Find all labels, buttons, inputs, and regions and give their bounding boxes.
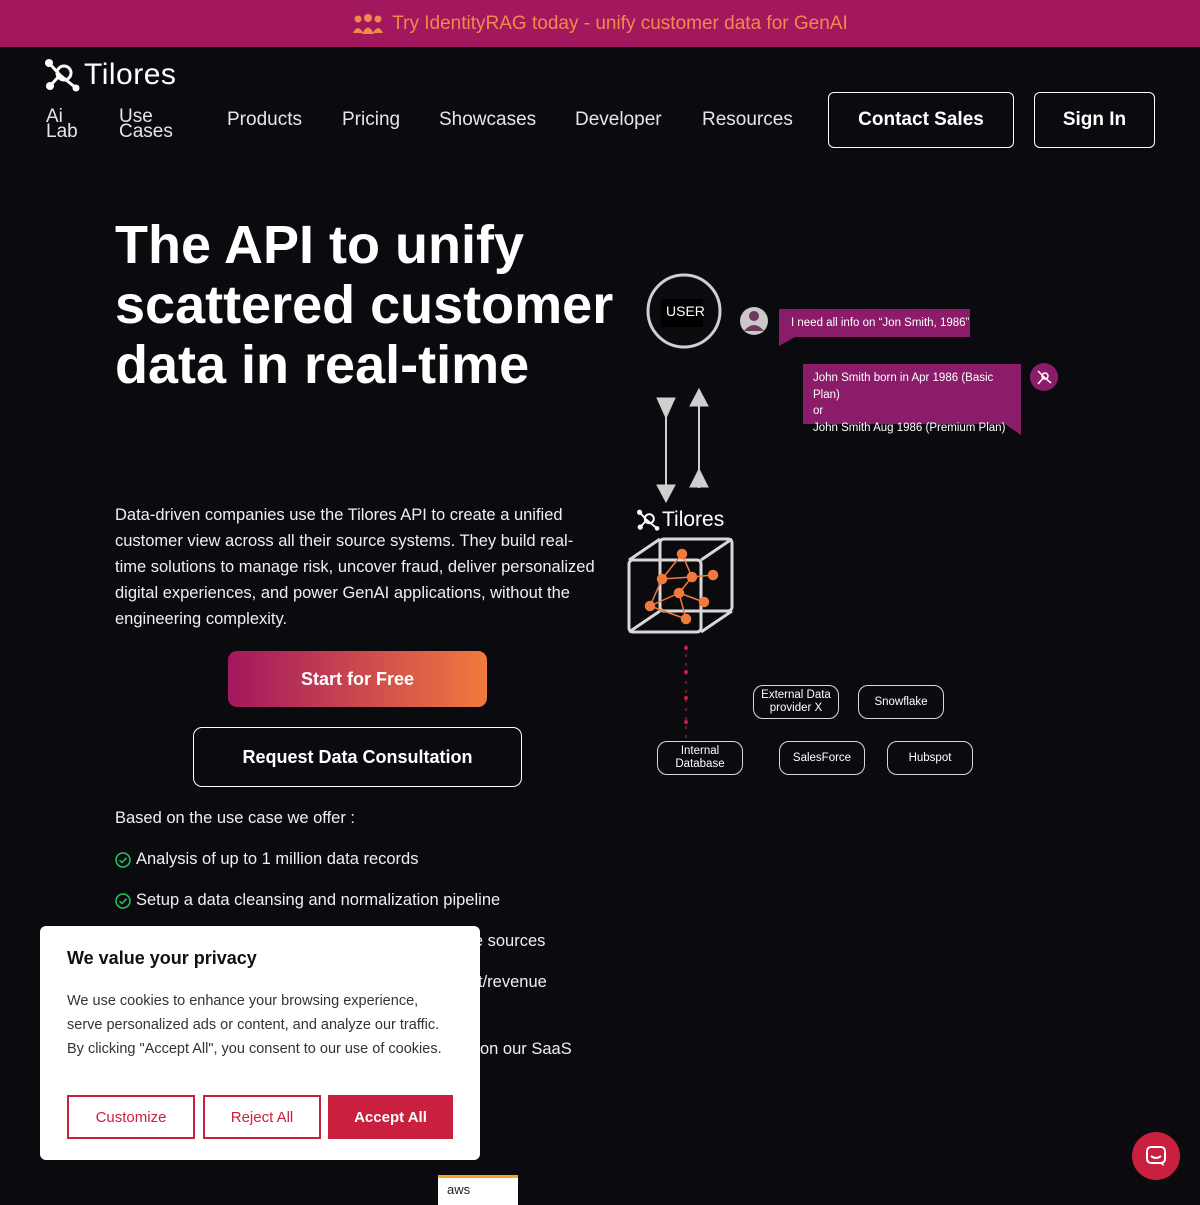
- people-icon: [353, 13, 384, 34]
- nav-resources[interactable]: Resources: [702, 109, 793, 131]
- nav-use-cases-line2: Cases: [119, 121, 173, 142]
- start-for-free-button[interactable]: Start for Free: [228, 651, 487, 707]
- avatar-icon: [740, 307, 768, 335]
- cookie-consent-dialog: We value your privacy We use cookies to …: [40, 926, 480, 1160]
- reply-message-bubble: John Smith born in Apr 1986 (Basic Plan)…: [803, 364, 1021, 434]
- bubble-tail: [779, 337, 795, 346]
- customize-button[interactable]: Customize: [67, 1095, 195, 1139]
- promo-banner[interactable]: Try IdentityRAG today - unify customer d…: [0, 0, 1200, 47]
- offer-item-partial: t/revenue: [478, 973, 547, 992]
- tilores-logo-icon: [637, 509, 660, 531]
- reply-line: John Smith born in Apr 1986 (Basic Plan): [813, 372, 994, 401]
- nav-products[interactable]: Products: [227, 109, 302, 131]
- user-message-bubble: I need all info on “Jon Smith, 1986”: [779, 309, 970, 337]
- nav-developer[interactable]: Developer: [575, 109, 662, 131]
- up-arrow-icon: [689, 387, 709, 488]
- offer-text: Analysis of up to 1 million data records: [136, 850, 419, 868]
- source-salesforce: SalesForce: [779, 741, 865, 775]
- nav-showcases[interactable]: Showcases: [439, 109, 536, 131]
- hero-description: Data-driven companies use the Tilores AP…: [115, 506, 595, 628]
- accept-all-button[interactable]: Accept All: [328, 1095, 453, 1139]
- nav-ai-lab[interactable]: Ai Lab: [46, 107, 96, 142]
- tilores-logo-icon: [45, 59, 80, 92]
- source-hubspot: Hubspot: [887, 741, 973, 775]
- reject-all-button[interactable]: Reject All: [203, 1095, 321, 1139]
- offer-intro: Based on the use case we offer :: [115, 809, 356, 827]
- source-internal-database: Internal Database: [657, 741, 743, 775]
- cookie-text: We use cookies to enhance your browsing …: [67, 993, 442, 1057]
- banner-text: Try IdentityRAG today - unify customer d…: [392, 12, 848, 34]
- hero-title: The API to unify scattered customer data…: [115, 215, 614, 395]
- offer-item-partial: on our SaaS: [480, 1040, 572, 1059]
- check-circle-icon: [115, 892, 131, 909]
- reply-line: John Smith Aug 1986 (Premium Plan): [813, 421, 1006, 434]
- offer-text: t/revenue: [478, 973, 547, 991]
- diagram-logo: Tilores: [636, 508, 724, 532]
- source-external-data: External Data provider X: [753, 685, 839, 719]
- sign-in-button[interactable]: Sign In: [1034, 92, 1155, 148]
- check-circle-icon: [115, 851, 131, 868]
- cookie-title: We value your privacy: [67, 948, 257, 968]
- offer-item: Analysis of up to 1 million data records: [115, 850, 418, 869]
- logo-text: Tilores: [84, 58, 177, 91]
- offer-text: on our SaaS: [480, 1040, 572, 1058]
- nav-ai-lab-line2: Lab: [46, 121, 78, 142]
- connector-line: [684, 645, 688, 740]
- down-arrow-icon: [656, 397, 676, 504]
- user-label: USER: [666, 303, 705, 319]
- diagram-logo-text: Tilores: [662, 508, 725, 531]
- nav-use-cases[interactable]: Use Cases: [119, 107, 173, 142]
- source-snowflake: Snowflake: [858, 685, 944, 719]
- contact-sales-button[interactable]: Contact Sales: [828, 92, 1014, 148]
- site-logo[interactable]: Tilores: [44, 58, 176, 92]
- request-consultation-button[interactable]: Request Data Consultation: [193, 727, 522, 787]
- offer-text: Setup a data cleansing and normalization…: [136, 891, 501, 909]
- tilores-avatar-icon: [1030, 363, 1058, 391]
- aws-badge[interactable]: aws: [438, 1175, 518, 1205]
- nav-pricing[interactable]: Pricing: [342, 109, 400, 131]
- reply-line: or: [813, 405, 824, 417]
- chat-launcher-button[interactable]: [1132, 1132, 1180, 1180]
- offer-item: Setup a data cleansing and normalization…: [115, 891, 500, 910]
- chat-icon: [1146, 1146, 1166, 1166]
